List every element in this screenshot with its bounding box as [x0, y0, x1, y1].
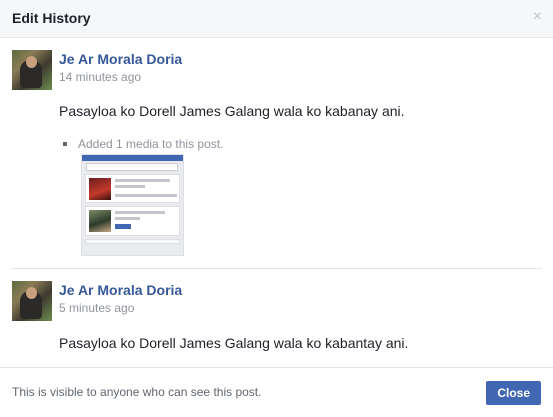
thumbnail-photo: [89, 178, 111, 200]
author-name[interactable]: Je Ar Morala Doria: [59, 51, 182, 67]
history-entry: Je Ar Morala Doria 5 minutes ago Pasaylo…: [12, 281, 542, 361]
author-name[interactable]: Je Ar Morala Doria: [59, 282, 182, 298]
thumbnail-text-line: [115, 179, 170, 182]
entry-divider: [12, 268, 542, 269]
dialog-header: Edit History ×: [0, 0, 553, 38]
media-thumbnail[interactable]: [81, 154, 184, 256]
thumbnail-text-line: [115, 185, 145, 188]
thumbnail-text-line: [115, 211, 165, 214]
dialog-title: Edit History: [12, 10, 91, 26]
thumbnail-text-line: [115, 194, 177, 197]
thumbnail-header-bar: [82, 155, 183, 161]
thumbnail-photo: [89, 210, 111, 232]
media-change-note: Added 1 media to this post.: [78, 137, 224, 151]
thumbnail-text-line: [115, 217, 140, 220]
thumbnail-button: [115, 224, 131, 229]
dialog-footer: This is visible to anyone who can see th…: [0, 367, 553, 417]
avatar[interactable]: [12, 50, 52, 90]
edit-history-dialog: Edit History × Je Ar Morala Doria 14 min…: [0, 0, 553, 417]
visibility-note: This is visible to anyone who can see th…: [12, 385, 262, 399]
avatar-face: [26, 287, 37, 299]
post-text: Pasayloa ko Dorell James Galang wala ko …: [59, 335, 409, 351]
avatar-face: [26, 56, 37, 68]
timestamp[interactable]: 5 minutes ago: [59, 301, 134, 315]
close-button[interactable]: Close: [486, 381, 541, 405]
post-text: Pasayloa ko Dorell James Galang wala ko …: [59, 103, 405, 119]
close-icon[interactable]: ×: [533, 9, 542, 25]
avatar[interactable]: [12, 281, 52, 321]
history-entry: Je Ar Morala Doria 14 minutes ago Pasayl…: [12, 50, 542, 256]
thumbnail-section-header: [85, 239, 180, 244]
thumbnail-card: [85, 206, 180, 236]
thumbnail-card: [85, 174, 180, 203]
timestamp[interactable]: 14 minutes ago: [59, 70, 141, 84]
bullet-icon: [63, 142, 67, 146]
thumbnail-search-bar: [86, 163, 178, 171]
